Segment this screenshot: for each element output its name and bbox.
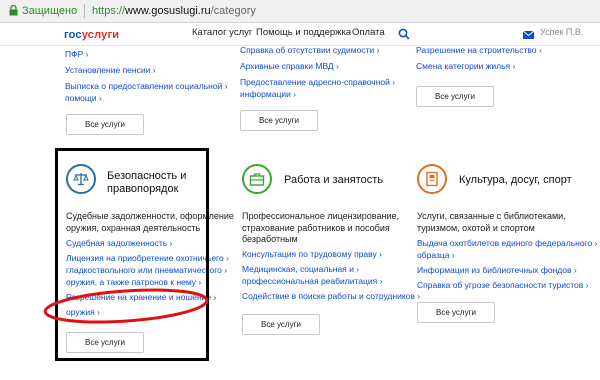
highlight-ellipse <box>43 288 209 324</box>
